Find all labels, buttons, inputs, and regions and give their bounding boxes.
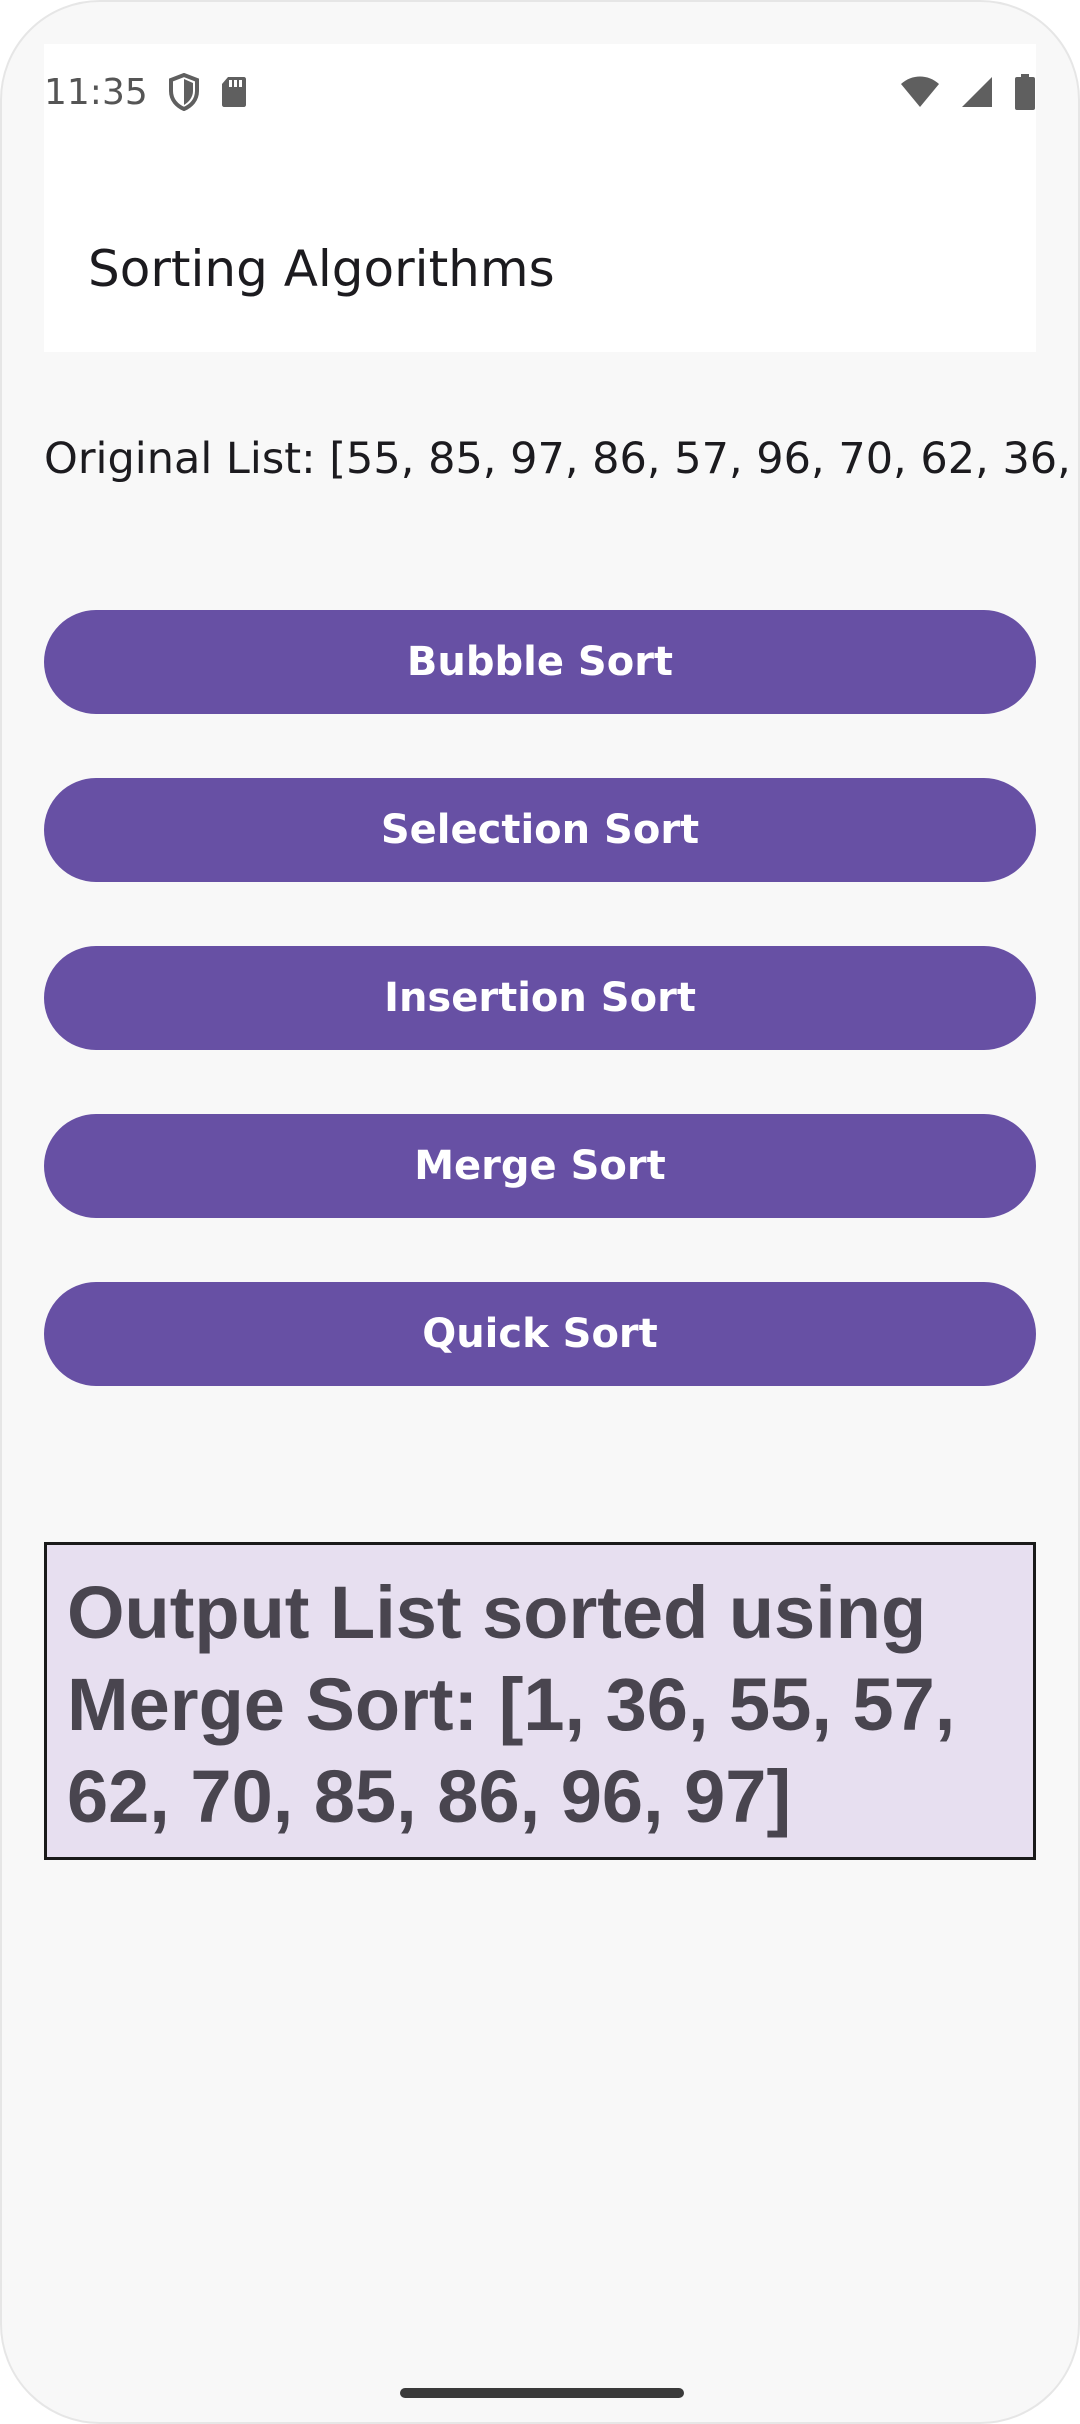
app-title: Sorting Algorithms	[88, 240, 555, 298]
output-box: Output List sorted using Merge Sort: [1,…	[44, 1542, 1036, 1860]
app-bar: Sorting Algorithms	[44, 140, 1036, 352]
quick-sort-button[interactable]: Quick Sort	[44, 1282, 1036, 1386]
shield-icon	[168, 73, 200, 111]
status-time: 11:35	[44, 71, 148, 113]
sort-buttons: Bubble Sort Selection Sort Insertion Sor…	[44, 610, 1036, 1450]
wifi-icon	[900, 75, 940, 109]
battery-icon	[1014, 74, 1036, 110]
insertion-sort-button[interactable]: Insertion Sort	[44, 946, 1036, 1050]
status-left: 11:35	[44, 71, 248, 113]
output-text: Output List sorted using Merge Sort: [1,…	[67, 1571, 956, 1838]
signal-icon	[960, 75, 994, 109]
status-bar: 11:35	[44, 44, 1036, 140]
original-list-text: Original List: [55, 85, 97, 86, 57, 96, …	[44, 434, 1080, 484]
merge-sort-button[interactable]: Merge Sort	[44, 1114, 1036, 1218]
home-indicator[interactable]	[400, 2388, 684, 2398]
status-right	[900, 72, 1036, 112]
sd-card-icon	[220, 75, 248, 109]
bubble-sort-button[interactable]: Bubble Sort	[44, 610, 1036, 714]
device-screen: 11:35 Sorting Algorithms Original List: …	[0, 0, 1080, 2424]
selection-sort-button[interactable]: Selection Sort	[44, 778, 1036, 882]
